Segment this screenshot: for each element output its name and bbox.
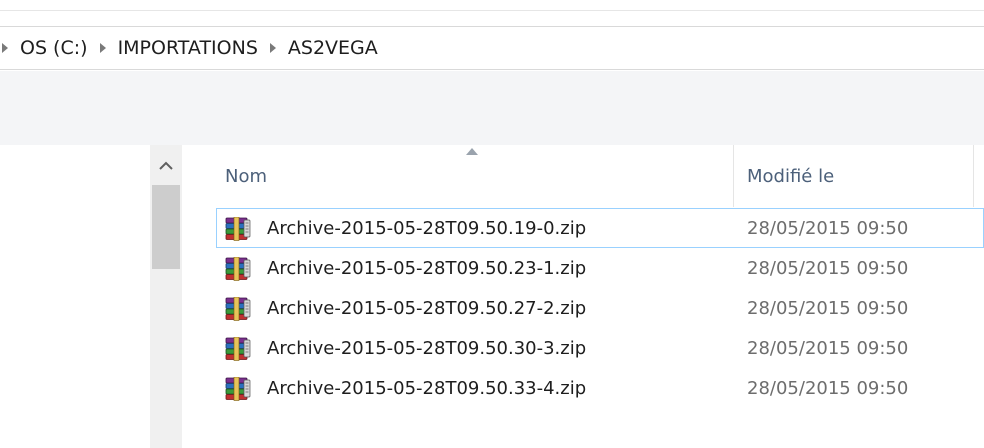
file-name: Archive-2015-05-28T09.50.30-3.zip xyxy=(267,337,587,359)
navigation-pane[interactable] xyxy=(0,145,150,448)
file-modified-date: 28/05/2015 09:50 xyxy=(747,257,909,279)
breadcrumb-item-as2vega[interactable]: AS2VEGA xyxy=(288,37,378,59)
winrar-archive-icon xyxy=(225,377,251,401)
navigation-pane-scrollbar[interactable] xyxy=(150,145,182,448)
file-rows: Archive-2015-05-28T09.50.19-0.zip 28/05/… xyxy=(216,208,984,408)
file-modified-date: 28/05/2015 09:50 xyxy=(747,297,909,319)
column-header-modified-label: Modifié le xyxy=(747,165,835,187)
breadcrumb-item-drive[interactable]: OS (C:) xyxy=(20,37,88,59)
file-list: Nom Modifié le Archive-2015-05-28T09.50.… xyxy=(200,145,984,448)
breadcrumb-item-importations[interactable]: IMPORTATIONS xyxy=(118,37,258,59)
file-name: Archive-2015-05-28T09.50.23-1.zip xyxy=(267,257,587,279)
chevron-right-icon[interactable] xyxy=(99,43,106,53)
file-name: Archive-2015-05-28T09.50.27-2.zip xyxy=(267,297,587,319)
file-name: Archive-2015-05-28T09.50.19-0.zip xyxy=(267,217,587,239)
winrar-archive-icon xyxy=(225,337,251,361)
file-explorer-window: OS (C:) IMPORTATIONS AS2VEGA Nom Modifié… xyxy=(0,0,984,448)
file-row[interactable]: Archive-2015-05-28T09.50.27-2.zip 28/05/… xyxy=(216,288,984,328)
scroll-up-button[interactable] xyxy=(150,145,182,185)
column-header-row: Nom Modifié le xyxy=(200,145,984,207)
chevron-right-icon[interactable] xyxy=(2,43,8,53)
winrar-archive-icon xyxy=(225,297,251,321)
winrar-archive-icon xyxy=(225,217,251,241)
file-name: Archive-2015-05-28T09.50.33-4.zip xyxy=(267,377,587,399)
title-area xyxy=(0,0,984,11)
file-row[interactable]: Archive-2015-05-28T09.50.19-0.zip 28/05/… xyxy=(216,208,984,248)
file-modified-date: 28/05/2015 09:50 xyxy=(747,377,909,399)
chevron-up-icon xyxy=(159,161,173,170)
chevron-right-icon[interactable] xyxy=(269,43,276,53)
command-bar xyxy=(0,71,984,145)
sort-ascending-icon xyxy=(466,148,478,155)
column-header-modified[interactable]: Modifié le xyxy=(734,145,974,207)
scroll-thumb[interactable] xyxy=(152,185,180,269)
winrar-archive-icon xyxy=(225,257,251,281)
file-modified-date: 28/05/2015 09:50 xyxy=(747,337,909,359)
column-header-name-label: Nom xyxy=(225,165,268,187)
file-modified-date: 28/05/2015 09:50 xyxy=(747,217,909,239)
file-row[interactable]: Archive-2015-05-28T09.50.23-1.zip 28/05/… xyxy=(216,248,984,288)
file-row[interactable]: Archive-2015-05-28T09.50.30-3.zip 28/05/… xyxy=(216,328,984,368)
address-bar[interactable]: OS (C:) IMPORTATIONS AS2VEGA xyxy=(0,26,984,70)
file-row[interactable]: Archive-2015-05-28T09.50.33-4.zip 28/05/… xyxy=(216,368,984,408)
